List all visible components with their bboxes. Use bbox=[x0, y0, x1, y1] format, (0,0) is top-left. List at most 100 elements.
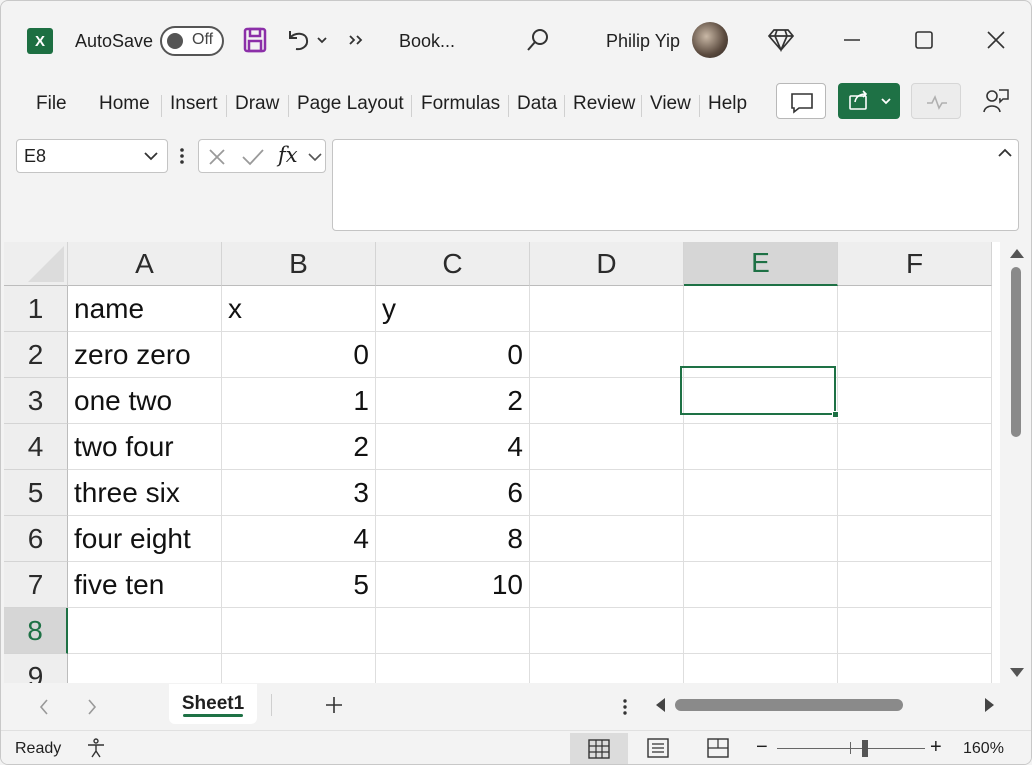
search-icon[interactable] bbox=[525, 27, 551, 55]
cell-b5[interactable]: 3 bbox=[222, 470, 376, 516]
cell-b9[interactable] bbox=[222, 654, 376, 683]
tab-view[interactable]: View bbox=[650, 91, 691, 117]
undo-icon[interactable] bbox=[286, 27, 312, 53]
share-button[interactable] bbox=[838, 83, 900, 119]
confirm-entry-icon[interactable] bbox=[240, 145, 266, 169]
more-commands-icon[interactable] bbox=[347, 29, 365, 51]
row-header-2[interactable]: 2 bbox=[4, 332, 68, 378]
cell-f2[interactable] bbox=[838, 332, 992, 378]
save-icon[interactable] bbox=[243, 27, 267, 53]
normal-view-button[interactable] bbox=[570, 733, 628, 764]
scroll-down-arrow-icon[interactable] bbox=[1010, 668, 1024, 677]
cell-b3[interactable]: 1 bbox=[222, 378, 376, 424]
zoom-slider-track[interactable] bbox=[777, 748, 925, 749]
maximize-button[interactable] bbox=[911, 27, 937, 53]
tab-file[interactable]: File bbox=[36, 91, 67, 117]
cell-f3[interactable] bbox=[838, 378, 992, 424]
column-header-c[interactable]: C bbox=[376, 242, 530, 286]
minimize-button[interactable] bbox=[839, 27, 865, 53]
cell-f9[interactable] bbox=[838, 654, 992, 683]
cell-d6[interactable] bbox=[530, 516, 684, 562]
tab-home[interactable]: Home bbox=[99, 91, 150, 117]
tab-formulas[interactable]: Formulas bbox=[421, 91, 500, 117]
cell-a9[interactable] bbox=[68, 654, 222, 683]
cell-e8[interactable] bbox=[684, 608, 838, 654]
cancel-entry-icon[interactable] bbox=[205, 145, 229, 169]
cell-e9[interactable] bbox=[684, 654, 838, 683]
row-header-8[interactable]: 8 bbox=[4, 608, 68, 654]
comments-button[interactable] bbox=[776, 83, 826, 119]
cell-d3[interactable] bbox=[530, 378, 684, 424]
cell-c8[interactable] bbox=[376, 608, 530, 654]
insert-function-fx[interactable]: fx bbox=[278, 143, 298, 167]
cell-b1[interactable]: x bbox=[222, 286, 376, 332]
next-sheet-icon[interactable] bbox=[85, 697, 99, 717]
cell-f8[interactable] bbox=[838, 608, 992, 654]
row-header-7[interactable]: 7 bbox=[4, 562, 68, 608]
cell-d9[interactable] bbox=[530, 654, 684, 683]
cell-a7[interactable]: five ten bbox=[68, 562, 222, 608]
cell-f5[interactable] bbox=[838, 470, 992, 516]
sheet-options-icon[interactable] bbox=[621, 696, 629, 718]
scroll-up-arrow-icon[interactable] bbox=[1010, 249, 1024, 258]
cell-b4[interactable]: 2 bbox=[222, 424, 376, 470]
zoom-in-icon[interactable]: + bbox=[930, 736, 942, 759]
cell-c4[interactable]: 4 bbox=[376, 424, 530, 470]
formula-bar-input[interactable] bbox=[332, 139, 1019, 231]
workbook-title[interactable]: Book... bbox=[399, 28, 455, 54]
cell-f4[interactable] bbox=[838, 424, 992, 470]
user-name[interactable]: Philip Yip bbox=[606, 28, 680, 54]
row-header-1[interactable]: 1 bbox=[4, 286, 68, 332]
close-button[interactable] bbox=[983, 27, 1009, 53]
horizontal-scrollbar[interactable] bbox=[651, 692, 1001, 718]
horizontal-scroll-thumb[interactable] bbox=[675, 699, 903, 711]
vertical-scrollbar[interactable] bbox=[1002, 242, 1030, 683]
add-sheet-plus-icon[interactable] bbox=[323, 694, 345, 716]
undo-dropdown-icon[interactable] bbox=[315, 31, 329, 49]
cell-d7[interactable] bbox=[530, 562, 684, 608]
cell-c5[interactable]: 6 bbox=[376, 470, 530, 516]
cell-e6[interactable] bbox=[684, 516, 838, 562]
fill-handle[interactable] bbox=[832, 411, 839, 418]
cell-b2[interactable]: 0 bbox=[222, 332, 376, 378]
column-header-e[interactable]: E bbox=[684, 242, 838, 286]
cell-c7[interactable]: 10 bbox=[376, 562, 530, 608]
cell-c1[interactable]: y bbox=[376, 286, 530, 332]
collapse-formula-bar-icon[interactable] bbox=[997, 146, 1013, 160]
cell-d2[interactable] bbox=[530, 332, 684, 378]
cell-c2[interactable]: 0 bbox=[376, 332, 530, 378]
row-header-9[interactable]: 9 bbox=[4, 654, 68, 683]
cell-c3[interactable]: 2 bbox=[376, 378, 530, 424]
scroll-left-arrow-icon[interactable] bbox=[656, 698, 665, 712]
page-break-view-icon[interactable] bbox=[706, 737, 730, 759]
tab-draw[interactable]: Draw bbox=[235, 91, 279, 117]
cell-a8[interactable] bbox=[68, 608, 222, 654]
tab-review[interactable]: Review bbox=[573, 91, 635, 117]
cell-a5[interactable]: three six bbox=[68, 470, 222, 516]
cell-e5[interactable] bbox=[684, 470, 838, 516]
sheet-tab-sheet1[interactable]: Sheet1 bbox=[169, 684, 257, 724]
cell-c9[interactable] bbox=[376, 654, 530, 683]
activity-button[interactable] bbox=[911, 83, 961, 119]
accessibility-icon[interactable] bbox=[85, 737, 107, 759]
cell-b6[interactable]: 4 bbox=[222, 516, 376, 562]
cell-e1[interactable] bbox=[684, 286, 838, 332]
column-header-f[interactable]: F bbox=[838, 242, 992, 286]
cell-d4[interactable] bbox=[530, 424, 684, 470]
previous-sheet-icon[interactable] bbox=[37, 697, 51, 717]
user-avatar[interactable] bbox=[692, 22, 728, 58]
cell-e3[interactable] bbox=[684, 378, 838, 424]
scroll-right-arrow-icon[interactable] bbox=[985, 698, 994, 712]
column-header-b[interactable]: B bbox=[222, 242, 376, 286]
select-all-corner[interactable] bbox=[4, 242, 68, 286]
tab-help[interactable]: Help bbox=[708, 91, 747, 117]
tab-data[interactable]: Data bbox=[517, 91, 557, 117]
cell-d5[interactable] bbox=[530, 470, 684, 516]
cell-a6[interactable]: four eight bbox=[68, 516, 222, 562]
cell-b8[interactable] bbox=[222, 608, 376, 654]
column-header-d[interactable]: D bbox=[530, 242, 684, 286]
premium-diamond-icon[interactable] bbox=[767, 27, 795, 53]
formula-options-icon[interactable] bbox=[178, 145, 186, 167]
zoom-level[interactable]: 160% bbox=[963, 740, 1004, 758]
cell-d8[interactable] bbox=[530, 608, 684, 654]
